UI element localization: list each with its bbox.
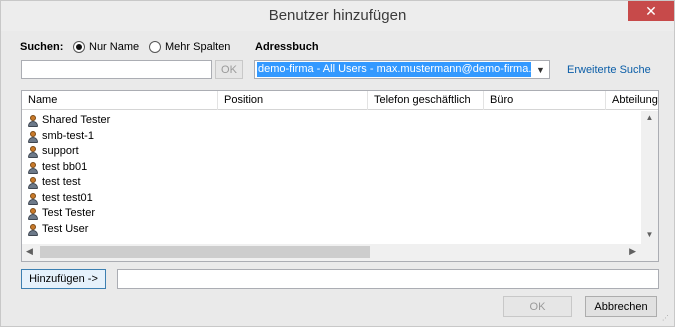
resize-grip-icon[interactable]: ⋰ [662,315,670,323]
chevron-down-icon[interactable]: ▼ [532,61,549,78]
scrollbar-corner [641,244,658,261]
add-users-dialog: Benutzer hinzufügen ✕ Suchen: Nur Name M… [0,0,675,327]
vertical-scrollbar[interactable]: ▲ ▼ [641,111,658,244]
radio-name-only-label[interactable]: Nur Name [89,41,139,53]
addressbook-select[interactable]: demo-firma - All Users - max.mustermann@… [254,60,550,79]
dialog-title: Benutzer hinzufügen [268,7,407,24]
list-item[interactable]: test test [22,175,642,191]
arrow-left-icon[interactable]: ◀ [26,246,33,257]
advanced-search-link[interactable]: Erweiterte Suche [567,64,651,76]
list-item-name: support [42,145,79,157]
user-icon [27,177,38,189]
addressbook-label: Adressbuch [255,41,319,53]
add-button[interactable]: Hinzufügen -> [21,269,106,289]
arrow-right-icon[interactable]: ▶ [629,246,636,257]
column-header-phone[interactable]: Telefon geschäftlich [368,91,484,110]
list-item[interactable]: Test User [22,222,642,238]
list-item[interactable]: Shared Tester [22,113,642,129]
list-item-name: test test01 [42,191,93,204]
list-item[interactable]: smb-test-1 [22,129,642,145]
list-item[interactable]: support [22,144,642,160]
column-header-position[interactable]: Position [218,91,368,110]
ok-button[interactable]: OK [503,296,572,317]
cancel-button[interactable]: Abbrechen [585,296,657,317]
title-bar: Benutzer hinzufügen ✕ [1,1,674,31]
user-icon [27,115,38,127]
list-item[interactable]: test test01 [22,191,642,207]
radio-more-columns[interactable] [149,41,161,53]
selected-users-field[interactable] [117,269,659,289]
search-input[interactable] [21,60,212,79]
column-header-department[interactable]: Abteilung [606,91,658,110]
list-header: Name Position Telefon geschäftlich Büro … [22,91,658,110]
column-header-office[interactable]: Büro [484,91,606,110]
search-ok-button[interactable]: OK [215,60,243,79]
list-item-name: Test Tester [42,207,95,219]
list-item-name: smb-test-1 [42,129,94,142]
list-item-name: Shared Tester [42,114,111,126]
close-button[interactable]: ✕ [628,1,674,21]
horizontal-scrollbar[interactable]: ◀ ▶ [22,244,658,261]
close-icon: ✕ [645,2,657,19]
user-list[interactable]: Name Position Telefon geschäftlich Büro … [21,90,659,262]
search-label: Suchen: [20,41,64,53]
list-rows: Shared Tester smb-test-1 support test bb… [22,113,642,237]
radio-name-only[interactable] [73,41,85,53]
list-item-name: test test [42,176,81,188]
list-item-name: Test User [42,222,89,235]
user-icon [27,146,38,158]
user-icon [27,192,38,205]
arrow-up-icon[interactable]: ▲ [641,113,658,125]
user-icon [27,130,38,143]
column-header-name[interactable]: Name [22,91,218,110]
radio-more-columns-label[interactable]: Mehr Spalten [165,41,230,53]
addressbook-selected-value: demo-firma - All Users - max.mustermann@… [257,62,531,77]
user-icon [27,208,38,220]
user-icon [27,223,38,236]
list-item[interactable]: Test Tester [22,206,642,222]
horizontal-scroll-thumb[interactable] [40,246,370,258]
list-item[interactable]: test bb01 [22,160,642,176]
list-item-name: test bb01 [42,160,88,173]
arrow-down-icon[interactable]: ▼ [641,230,658,242]
user-icon [27,161,38,174]
